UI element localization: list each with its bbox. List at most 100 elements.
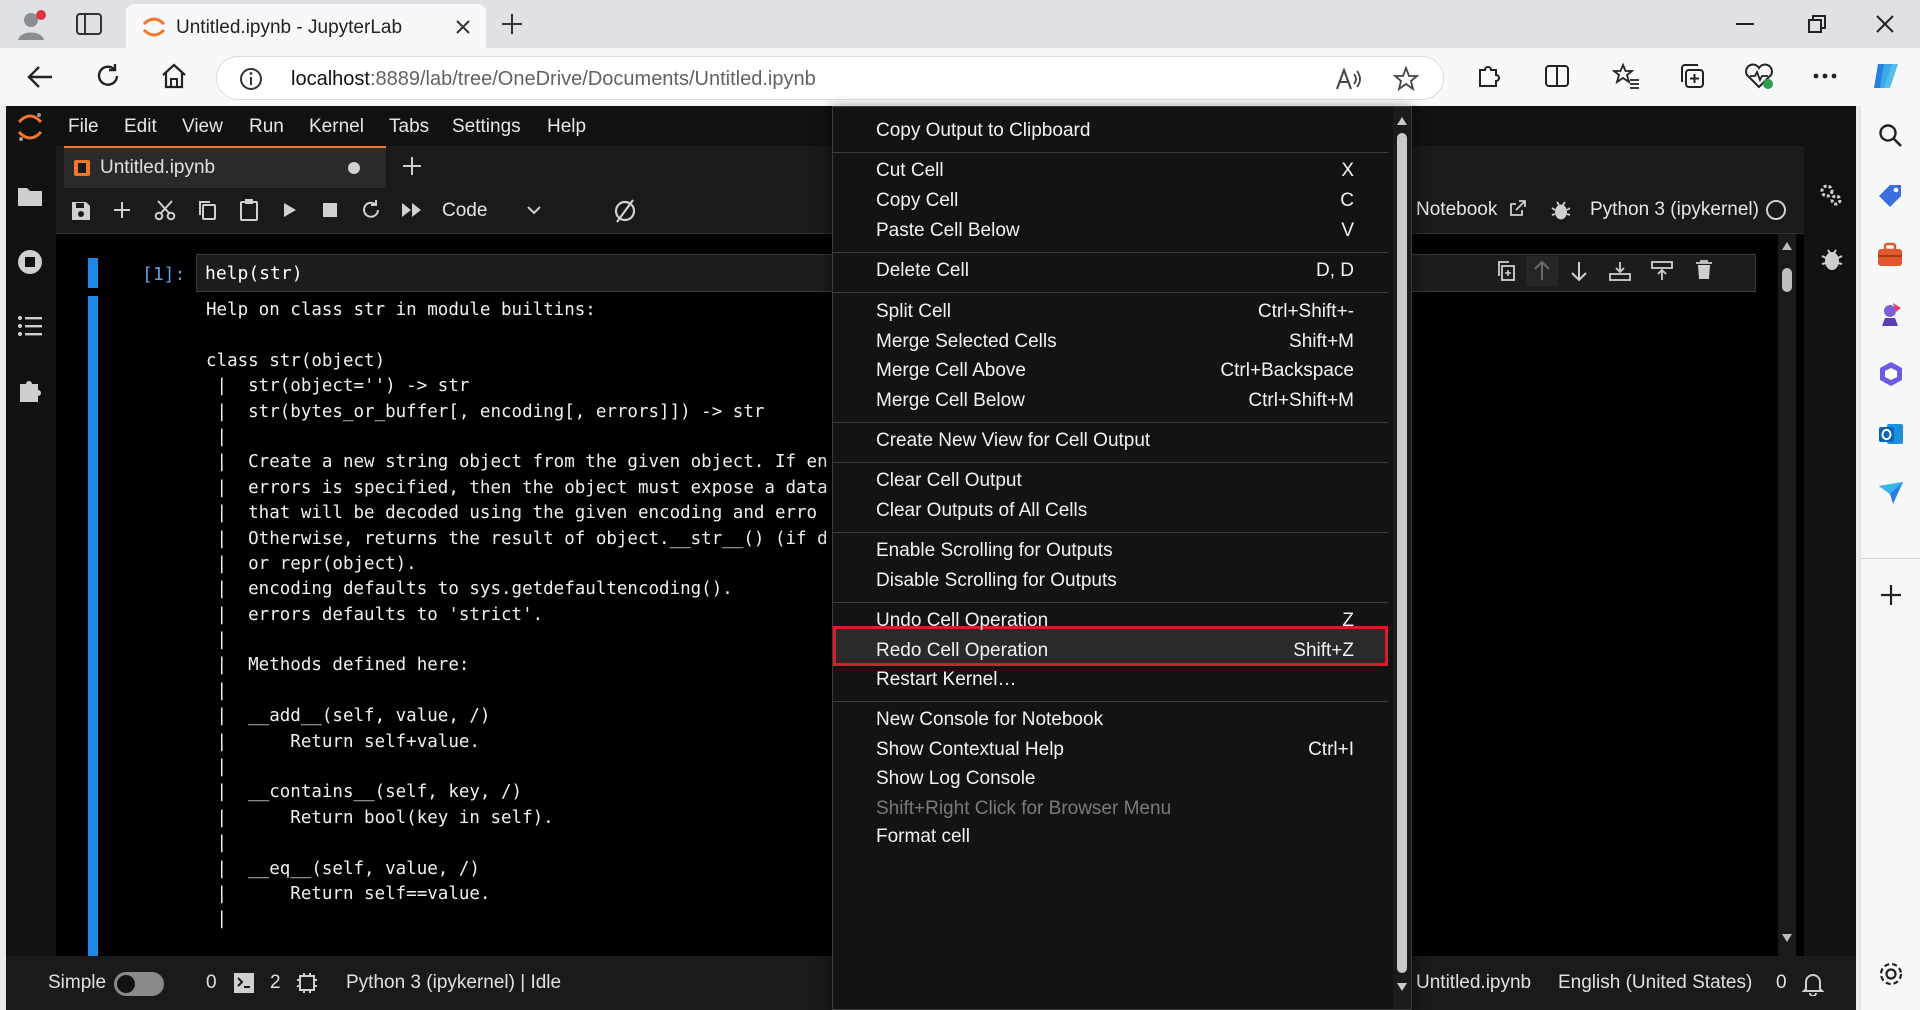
close-window-icon[interactable] [1874,13,1896,35]
restore-icon[interactable] [1806,13,1828,35]
add-icon[interactable] [1878,582,1904,608]
context-menu-scrollbar[interactable] [1393,107,1411,1009]
favorite-star-icon[interactable] [1393,66,1419,92]
home-icon[interactable] [160,62,188,90]
restart-run-all-icon[interactable] [400,201,424,219]
menu-item-copy-output-to-clipboard[interactable]: Copy Output to Clipboard [833,115,1388,149]
move-cell-down-icon[interactable] [1566,256,1592,286]
menu-item-restart-kernel[interactable]: Restart Kernel… [833,664,1388,698]
copilot-icon[interactable] [1870,60,1904,92]
notebook-scroll-thumb[interactable] [1782,268,1792,292]
insert-cell-icon[interactable] [112,200,132,220]
menu-tabs[interactable]: Tabs [389,116,429,138]
menu-scroll-up-icon[interactable] [1397,117,1407,125]
menu-item-disable-scrolling-for-outputs[interactable]: Disable Scrolling for Outputs [833,565,1388,599]
restart-kernel-icon[interactable] [360,199,382,221]
menu-item-show-log-console[interactable]: Show Log Console [833,763,1388,797]
tab-actions-icon[interactable] [76,12,102,36]
menu-settings[interactable]: Settings [452,116,521,138]
menu-item-new-console-for-notebook[interactable]: New Console for Notebook [833,704,1388,738]
insert-cell-below-icon[interactable] [1650,260,1674,282]
extensions-icon[interactable] [1474,62,1502,90]
menu-item-create-new-view-for-cell-output[interactable]: Create New View for Cell Output [833,425,1388,459]
jupyter-logo-icon[interactable] [16,112,44,142]
site-info-icon[interactable] [239,67,263,91]
settings-icon[interactable] [1877,960,1905,988]
menu-item-split-cell[interactable]: Split Cell Ctrl+Shift+- [833,296,1388,330]
microsoft-365-icon[interactable] [1877,360,1905,388]
running-kernels-icon[interactable] [16,248,44,276]
close-tab-icon[interactable] [454,18,472,36]
more-icon[interactable] [1812,72,1838,80]
notification-count[interactable]: 0 [1776,972,1787,994]
menu-help[interactable]: Help [547,116,586,138]
active-browser-tab[interactable]: Untitled.ipynb - JupyterLab [126,4,486,48]
unsaved-dot-icon[interactable] [348,162,360,174]
scroll-down-icon[interactable] [1782,934,1792,942]
menu-item-delete-cell[interactable]: Delete Cell D, D [833,255,1388,289]
menu-item-format-cell[interactable]: Format cell [833,821,1388,855]
profile-icon[interactable] [14,8,48,42]
menu-item-clear-cell-output[interactable]: Clear Cell Output [833,465,1388,499]
read-aloud-icon[interactable] [1335,67,1363,91]
extension-manager-icon[interactable] [16,376,44,404]
menu-item-cut-cell[interactable]: Cut Cell X [833,155,1388,189]
menu-file[interactable]: File [68,116,99,138]
collections-icon[interactable] [1678,62,1706,90]
output-collapser-bar[interactable] [88,296,98,956]
interrupt-kernel-icon[interactable] [322,202,338,218]
kernel-chip-icon[interactable] [296,972,318,994]
jupytext-sync-icon[interactable] [612,198,638,224]
open-in-notebook-label[interactable]: Notebook [1416,199,1497,221]
new-tab-icon[interactable] [500,12,524,36]
refresh-icon[interactable] [94,62,122,90]
notification-bell-icon[interactable] [1800,970,1826,996]
kernel-status-text[interactable]: Python 3 (ipykernel) | Idle [346,972,561,994]
kernel-debugger-icon[interactable] [1550,199,1572,221]
tools-icon[interactable] [1876,242,1904,268]
context-menu-scroll-thumb[interactable] [1397,133,1407,973]
favorites-icon[interactable] [1612,62,1640,90]
shopping-tag-icon[interactable] [1876,182,1904,210]
menu-run[interactable]: Run [249,116,284,138]
send-icon[interactable] [1877,480,1905,506]
terminal-icon[interactable] [234,973,254,993]
minimize-icon[interactable] [1734,14,1756,34]
menu-item-enable-scrolling-for-outputs[interactable]: Enable Scrolling for Outputs [833,535,1388,569]
menu-item-copy-cell[interactable]: Copy Cell C [833,185,1388,219]
insert-cell-above-icon[interactable] [1608,260,1632,282]
scroll-up-icon[interactable] [1782,242,1792,250]
kernels-count[interactable]: 2 [270,972,281,994]
simple-mode-toggle[interactable] [114,972,164,996]
notebook-scrollbar[interactable] [1778,234,1796,956]
terminals-count[interactable]: 0 [206,972,217,994]
outlook-icon[interactable] [1877,420,1905,448]
menu-edit[interactable]: Edit [124,116,157,138]
file-browser-icon[interactable] [16,184,44,208]
address-bar[interactable]: localhost:8889/lab/tree/OneDrive/Documen… [216,56,1444,100]
cut-icon[interactable] [154,199,176,221]
notebook-document-tab[interactable]: Untitled.ipynb [64,146,386,188]
menu-view[interactable]: View [182,116,223,138]
external-link-icon[interactable] [1508,198,1528,218]
back-icon[interactable] [26,64,54,90]
search-icon[interactable] [1877,122,1903,148]
menu-item-paste-cell-below[interactable]: Paste Cell Below V [833,215,1388,249]
menu-item-undo-cell-operation[interactable]: Undo Cell Operation Z [833,605,1388,639]
cell-type-select[interactable]: Code [436,194,566,228]
duplicate-cell-icon[interactable] [1496,260,1516,282]
games-icon[interactable] [1877,300,1905,328]
save-icon[interactable] [70,200,92,222]
menu-item-merge-cell-above[interactable]: Merge Cell Above Ctrl+Backspace [833,355,1388,389]
cell-selection-bar[interactable] [88,258,98,288]
copy-icon[interactable] [196,199,218,221]
run-cell-icon[interactable] [280,201,298,219]
menu-item-clear-outputs-of-all-cells[interactable]: Clear Outputs of All Cells [833,495,1388,529]
menu-scroll-down-icon[interactable] [1397,983,1407,991]
menu-kernel[interactable]: Kernel [309,116,364,138]
new-launcher-icon[interactable] [400,154,424,178]
url-text[interactable]: localhost:8889/lab/tree/OneDrive/Documen… [291,68,816,91]
menu-item-merge-cell-below[interactable]: Merge Cell Below Ctrl+Shift+M [833,385,1388,419]
delete-cell-icon[interactable] [1694,259,1714,281]
property-inspector-icon[interactable] [1818,182,1844,208]
